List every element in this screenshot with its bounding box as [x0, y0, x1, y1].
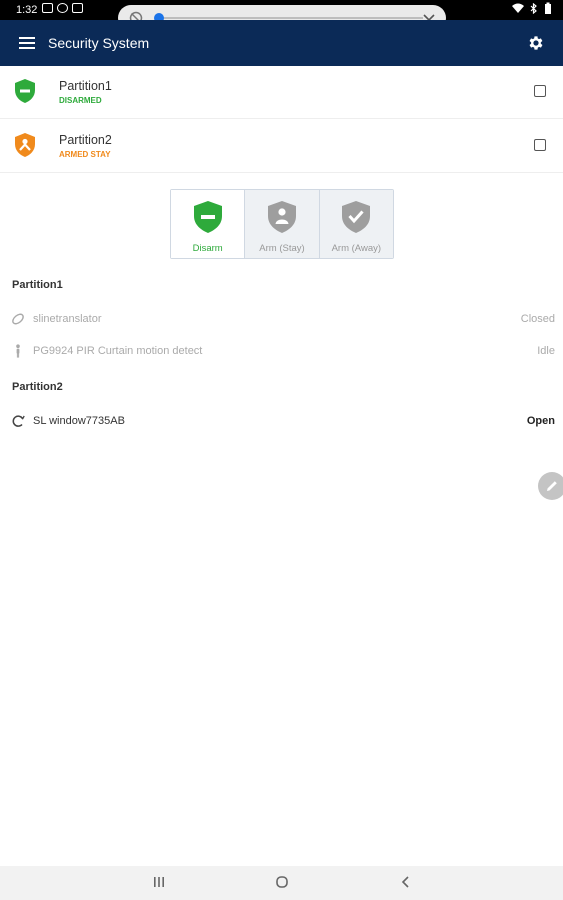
partition-checkbox[interactable]	[534, 85, 546, 97]
zone-row[interactable]: slinetranslator Closed	[0, 308, 563, 334]
shield-disarmed-icon	[15, 79, 35, 103]
shield-away-icon	[342, 201, 371, 233]
arm-stay-button[interactable]: Arm (Stay)	[244, 190, 319, 258]
recent-apps-icon[interactable]	[152, 875, 166, 889]
gear-icon[interactable]	[527, 34, 545, 52]
disarm-button[interactable]: Disarm	[171, 190, 245, 258]
disarm-label: Disarm	[192, 243, 223, 254]
partition-row-1[interactable]: Partition1 DISARMED	[0, 66, 563, 119]
edit-fab-button[interactable]	[538, 472, 563, 500]
partition-status: ARMED STAY	[59, 150, 111, 159]
arm-mode-selector: Disarm Arm (Stay) Arm (Away)	[170, 189, 394, 259]
arm-stay-label: Arm (Stay)	[259, 243, 305, 254]
partition-row-2[interactable]: Partition2 ARMED STAY	[0, 120, 563, 173]
app-bar: Security System	[0, 20, 563, 66]
partition-checkbox[interactable]	[534, 139, 546, 151]
bluetooth-icon	[530, 3, 537, 14]
zone-name: SL window7735AB	[33, 415, 125, 427]
home-icon[interactable]	[275, 875, 289, 889]
status-time: 1:32	[16, 4, 38, 16]
oval-sensor-icon	[12, 313, 24, 325]
arm-away-label: Arm (Away)	[331, 243, 382, 254]
zone-name: PG9924 PIR Curtain motion detect	[33, 345, 203, 357]
page-title: Security System	[48, 35, 150, 51]
battery-icon	[545, 2, 551, 14]
shield-disarm-icon	[193, 201, 222, 233]
back-icon[interactable]	[399, 875, 413, 889]
wifi-icon	[512, 3, 524, 13]
open-window-icon	[12, 415, 25, 427]
app-notification-icon	[57, 3, 68, 13]
zone-section-heading: Partition2	[12, 381, 63, 393]
partition-status: DISARMED	[59, 96, 102, 105]
shield-armed-stay-icon	[15, 133, 35, 157]
zone-state: Idle	[537, 345, 555, 357]
partition-name: Partition2	[59, 133, 112, 147]
image-notification-icon	[72, 3, 83, 13]
shield-stay-icon	[267, 201, 296, 233]
system-navigation-bar	[0, 866, 563, 900]
arm-away-button[interactable]: Arm (Away)	[318, 190, 393, 258]
menu-icon[interactable]	[19, 37, 35, 49]
partition-name: Partition1	[59, 79, 112, 93]
zone-section-heading: Partition1	[12, 279, 63, 291]
zone-state: Closed	[520, 313, 555, 325]
pencil-icon	[547, 481, 557, 491]
zone-name: slinetranslator	[33, 313, 102, 325]
overlay-slider-track[interactable]	[158, 17, 423, 19]
zone-row[interactable]: PG9924 PIR Curtain motion detect Idle	[0, 340, 563, 366]
zone-row[interactable]: SL window7735AB Open	[0, 410, 563, 436]
gallery-notification-icon	[42, 3, 53, 13]
zone-state: Open	[526, 415, 555, 427]
motion-person-icon	[16, 344, 20, 358]
